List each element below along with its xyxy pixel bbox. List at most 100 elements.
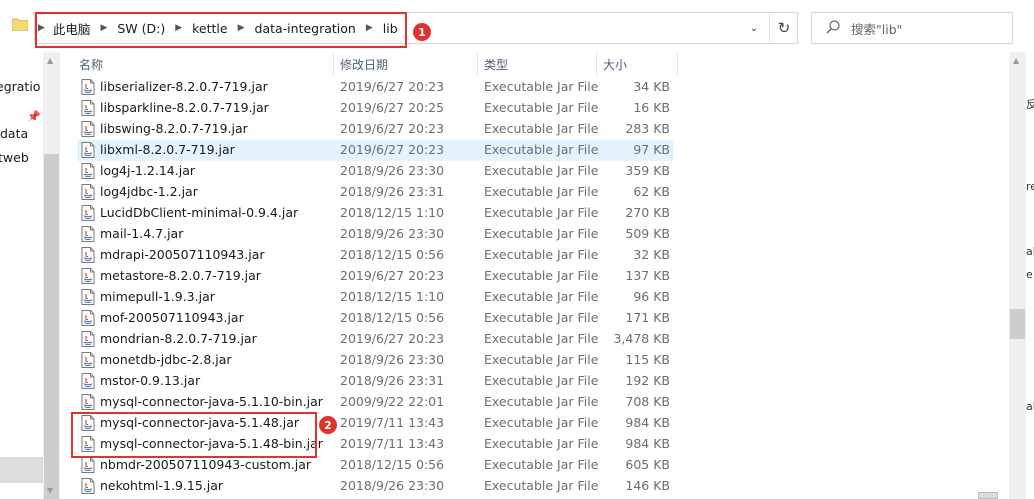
file-type: Executable Jar File (484, 184, 599, 199)
file-name: monetdb-jdbc-2.8.jar (100, 352, 232, 367)
jar-file-icon (81, 142, 95, 158)
file-row[interactable]: libserializer-8.2.0.7-719.jar 2019/6/27 2… (77, 77, 674, 98)
file-modified-date: 2018/12/15 0:56 (340, 310, 445, 325)
file-row[interactable]: LucidDbClient-minimal-0.9.4.jar 2018/12/1… (77, 203, 674, 224)
file-modified-date: 2019/6/27 20:23 (340, 121, 445, 136)
jar-file-icon (81, 331, 95, 347)
jar-file-icon (81, 100, 95, 116)
file-row[interactable]: nbmdr-200507110943-custom.jar 2018/12/15 … (77, 455, 674, 476)
file-modified-date: 2019/6/27 20:25 (340, 100, 445, 115)
jar-file-icon (81, 226, 95, 242)
file-type: Executable Jar File (484, 247, 599, 262)
file-type: Executable Jar File (484, 457, 599, 472)
file-modified-date: 2019/6/27 20:23 (340, 79, 445, 94)
scroll-corner (978, 492, 998, 499)
file-name: libxml-8.2.0.7-719.jar (100, 142, 235, 157)
file-size: 34 KB (633, 79, 670, 94)
file-row[interactable]: log4j-1.2.14.jar 2018/9/26 23:30 Executabl… (77, 161, 674, 182)
jar-file-icon (81, 205, 95, 221)
file-type: Executable Jar File (484, 289, 599, 304)
file-row[interactable]: monetdb-jdbc-2.8.jar 2018/9/26 23:30 Execu… (77, 350, 674, 371)
details-fragment: e (1026, 268, 1033, 281)
file-type: Executable Jar File (484, 163, 599, 178)
file-row[interactable]: mof-200507110943.jar 2018/12/15 0:56 Execu… (77, 308, 674, 329)
scroll-down-icon[interactable]: ▼ (47, 486, 53, 495)
jar-file-icon (81, 268, 95, 284)
file-type: Executable Jar File (484, 478, 599, 493)
file-row[interactable]: mdrapi-200507110943.jar 2018/12/15 0:56 Ex… (77, 245, 674, 266)
jar-file-icon (81, 289, 95, 305)
column-divider[interactable] (677, 52, 678, 76)
file-name: LucidDbClient-minimal-0.9.4.jar (100, 205, 299, 220)
file-size: 115 KB (625, 352, 670, 367)
file-row[interactable]: libsparkline-8.2.0.7-719.jar 2019/6/27 20… (77, 98, 674, 119)
column-header-type[interactable]: 类型 (484, 52, 596, 76)
file-type: Executable Jar File (484, 121, 599, 136)
jar-file-icon (81, 394, 95, 410)
column-header-date-label: 修改日期 (340, 57, 389, 72)
search-placeholder: 搜索"lib" (851, 22, 903, 37)
column-header-size[interactable]: 大小 (603, 52, 675, 76)
file-name: mondrian-8.2.0.7-719.jar (100, 331, 257, 346)
jar-file-icon (81, 184, 95, 200)
jar-file-icon (81, 121, 95, 137)
file-name: mstor-0.9.13.jar (100, 373, 201, 388)
nav-scrollbar[interactable]: ▲ ▼ (43, 52, 60, 499)
file-size: 984 KB (625, 436, 670, 451)
nav-scrollbar-thumb[interactable] (44, 154, 59, 499)
file-size: 359 KB (625, 163, 670, 178)
file-row[interactable]: libswing-8.2.0.7-719.jar 2019/6/27 20:23 E… (77, 119, 674, 140)
file-row[interactable]: libxml-8.2.0.7-719.jar 2019/6/27 20:23 Exe… (77, 140, 674, 161)
file-modified-date: 2018/9/26 23:30 (340, 478, 445, 493)
file-row[interactable]: mondrian-8.2.0.7-719.jar 2019/6/27 20:23 E… (77, 329, 674, 350)
file-row[interactable]: mail-1.4.7.jar 2018/9/26 23:30 Executable … (77, 224, 674, 245)
file-size: 32 KB (633, 247, 670, 262)
search-input[interactable] (811, 12, 1013, 44)
file-modified-date: 2019/6/27 20:23 (340, 331, 445, 346)
file-type: Executable Jar File (484, 436, 599, 451)
file-row[interactable]: metastore-8.2.0.7-719.jar 2019/6/27 20:23… (77, 266, 674, 287)
file-name: mimepull-1.9.3.jar (100, 289, 215, 304)
file-modified-date: 2018/12/15 0:56 (340, 247, 445, 262)
file-row[interactable]: mysql-connector-java-5.1.10-bin.jar 2009/… (77, 392, 674, 413)
file-size: 137 KB (625, 268, 670, 283)
jar-file-icon (81, 478, 95, 494)
column-divider[interactable] (333, 52, 334, 76)
nav-item-data[interactable]: data (0, 126, 28, 141)
search-icon (826, 20, 840, 34)
file-type: Executable Jar File (484, 310, 599, 325)
scroll-up-icon[interactable]: ▲ (47, 56, 53, 65)
file-name: libserializer-8.2.0.7-719.jar (100, 79, 268, 94)
file-type: Executable Jar File (484, 100, 599, 115)
jar-file-icon (81, 373, 95, 389)
file-modified-date: 2018/12/15 0:56 (340, 457, 445, 472)
nav-item-web[interactable]: tweb (0, 150, 29, 165)
column-divider[interactable] (596, 52, 597, 76)
file-row[interactable]: mimepull-1.9.3.jar 2018/12/15 1:10 Executa… (77, 287, 674, 308)
file-name: mdrapi-200507110943.jar (100, 247, 265, 262)
file-type: Executable Jar File (484, 352, 599, 367)
annotation-number-2: 2 (319, 416, 337, 434)
jar-file-icon (81, 247, 95, 263)
nav-item-data-integration[interactable]: egratio (0, 79, 40, 94)
file-type: Executable Jar File (484, 415, 599, 430)
nav-selected-item[interactable] (0, 457, 43, 483)
address-history-dropdown[interactable]: ⌄ (740, 13, 768, 43)
scroll-up-icon[interactable]: ▲ (1013, 56, 1019, 65)
file-name: mail-1.4.7.jar (100, 226, 184, 241)
refresh-button[interactable]: ↻ (769, 13, 798, 43)
file-row[interactable]: mstor-0.9.13.jar 2018/9/26 23:31 Executabl… (77, 371, 674, 392)
file-list-scrollbar[interactable]: ▲ (1009, 52, 1026, 499)
file-list-scrollbar-thumb[interactable] (1010, 309, 1025, 339)
file-row[interactable]: nekohtml-1.9.15.jar 2018/9/26 23:30 Execut… (77, 476, 674, 497)
pin-icon[interactable]: 📌 (27, 110, 41, 123)
column-header-date[interactable]: 修改日期 (340, 52, 477, 76)
file-size: 146 KB (625, 478, 670, 493)
file-name: libswing-8.2.0.7-719.jar (100, 121, 248, 136)
column-header-name[interactable]: 名称 (79, 52, 333, 76)
file-row[interactable]: log4jdbc-1.2.jar 2018/9/26 23:31 Executabl… (77, 182, 674, 203)
file-modified-date: 2019/6/27 20:23 (340, 142, 445, 157)
column-divider[interactable] (477, 52, 478, 76)
file-name: mysql-connector-java-5.1.10-bin.jar (100, 394, 323, 409)
details-fragment: re (1026, 180, 1034, 193)
